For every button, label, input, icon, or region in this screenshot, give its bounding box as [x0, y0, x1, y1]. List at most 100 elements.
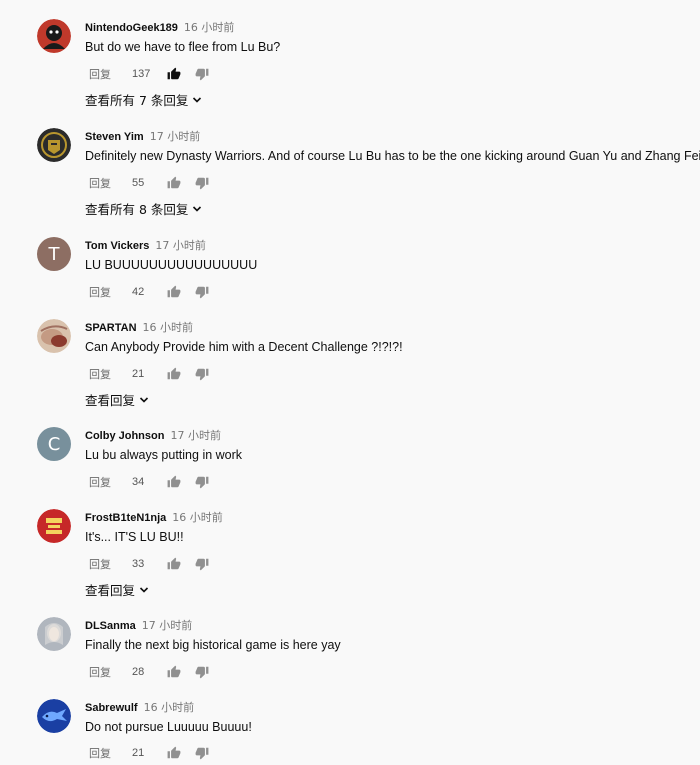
comment-text: LU BUUUUUUUUUUUUUUUU: [85, 258, 258, 272]
author-name[interactable]: NintendoGeek189: [85, 22, 178, 34]
like-count: 21: [132, 747, 145, 759]
timestamp[interactable]: 16 小时前: [184, 21, 235, 34]
chevron-down-icon: [139, 395, 149, 405]
timestamp[interactable]: 17 小时前: [142, 619, 193, 632]
thumb-up-icon[interactable]: [166, 745, 182, 761]
chevron-down-icon: [192, 204, 202, 214]
comment-actions: 回复 55: [89, 175, 210, 191]
view-replies-button[interactable]: 查看回复: [85, 390, 149, 409]
view-replies-label: 查看回复: [85, 393, 136, 408]
avatar[interactable]: [37, 128, 71, 162]
thumb-down-icon[interactable]: [194, 745, 210, 761]
reply-button[interactable]: 回复: [89, 745, 132, 761]
thumb-up-icon[interactable]: [166, 474, 182, 490]
like-count: 137: [132, 68, 151, 80]
comment-text: Definitely new Dynasty Warriors. And of …: [85, 149, 700, 163]
reply-button[interactable]: 回复: [89, 556, 132, 572]
thumb-up-icon[interactable]: [166, 664, 182, 680]
author-name[interactable]: Tom Vickers: [85, 240, 149, 252]
thumb-down-icon[interactable]: [194, 474, 210, 490]
thumb-down-icon[interactable]: [194, 175, 210, 191]
reply-button[interactable]: 回复: [89, 175, 132, 191]
comment-actions: 回复 21: [89, 366, 210, 382]
comment-header: NintendoGeek189 16 小时前: [85, 19, 234, 35]
timestamp[interactable]: 17 小时前: [155, 239, 206, 252]
thumb-up-icon[interactable]: [166, 284, 182, 300]
comment-text: Can Anybody Provide him with a Decent Ch…: [85, 340, 403, 354]
avatar-image: [37, 699, 71, 733]
author-name[interactable]: DLSanma: [85, 620, 136, 632]
author-name[interactable]: FrostB1teN1nja: [85, 512, 166, 524]
view-replies-label: 查看回复: [85, 583, 136, 598]
comment-header: Colby Johnson 17 小时前: [85, 427, 221, 443]
view-replies-button[interactable]: 查看所有 7 条回复: [85, 90, 202, 109]
comment-text: But do we have to flee from Lu Bu?: [85, 40, 281, 54]
comment-text: Do not pursue Luuuuu Buuuu!: [85, 720, 252, 734]
comment-actions: 回复 42: [89, 284, 210, 300]
comment-text: Lu bu always putting in work: [85, 448, 243, 462]
author-name[interactable]: Colby Johnson: [85, 430, 164, 442]
avatar-image: [37, 509, 71, 543]
thumb-down-icon[interactable]: [194, 366, 210, 382]
avatar-image: [37, 319, 71, 353]
like-count: 34: [132, 476, 145, 488]
timestamp[interactable]: 16 小时前: [144, 701, 195, 714]
thumb-down-icon[interactable]: [194, 284, 210, 300]
avatar[interactable]: [37, 319, 71, 353]
timestamp[interactable]: 17 小时前: [170, 429, 221, 442]
comment-header: SPARTAN 16 小时前: [85, 319, 193, 335]
reply-button[interactable]: 回复: [89, 474, 132, 490]
avatar-image: [37, 19, 71, 53]
avatar[interactable]: [37, 19, 71, 53]
view-replies-label: 查看所有 7 条回复: [85, 93, 189, 108]
thumb-up-icon[interactable]: [166, 175, 182, 191]
comment-actions: 回复 33: [89, 556, 210, 572]
comment-header: DLSanma 17 小时前: [85, 617, 192, 633]
author-name[interactable]: Sabrewulf: [85, 702, 138, 714]
like-count: 21: [132, 368, 145, 380]
avatar[interactable]: C: [37, 427, 71, 461]
author-name[interactable]: Steven Yim: [85, 131, 144, 143]
thumb-down-icon[interactable]: [194, 664, 210, 680]
avatar-image: [37, 617, 71, 651]
avatar-letter: T: [48, 243, 60, 265]
like-count: 42: [132, 286, 145, 298]
thumb-up-icon[interactable]: [166, 66, 182, 82]
comment-text: Finally the next big historical game is …: [85, 638, 341, 652]
view-replies-button[interactable]: 查看所有 8 条回复: [85, 199, 202, 218]
timestamp[interactable]: 17 小时前: [150, 130, 201, 143]
reply-button[interactable]: 回复: [89, 664, 132, 680]
comment-header: Steven Yim 17 小时前: [85, 128, 200, 144]
comment-actions: 回复 34: [89, 474, 210, 490]
chevron-down-icon: [139, 585, 149, 595]
comment-actions: 回复 137: [89, 66, 210, 82]
reply-button[interactable]: 回复: [89, 66, 132, 82]
view-replies-button[interactable]: 查看回复: [85, 580, 149, 599]
reply-button[interactable]: 回复: [89, 366, 132, 382]
timestamp[interactable]: 16 小时前: [172, 511, 223, 524]
comment-header: Tom Vickers 17 小时前: [85, 237, 206, 253]
author-name[interactable]: SPARTAN: [85, 322, 137, 334]
thumb-up-icon[interactable]: [166, 556, 182, 572]
avatar[interactable]: T: [37, 237, 71, 271]
like-count: 55: [132, 177, 145, 189]
avatar-letter: C: [47, 433, 61, 455]
thumb-up-icon[interactable]: [166, 366, 182, 382]
view-replies-label: 查看所有 8 条回复: [85, 202, 189, 217]
avatar-image: [37, 128, 71, 162]
comment-text: It's... IT'S LU BU!!: [85, 530, 184, 544]
reply-button[interactable]: 回复: [89, 284, 132, 300]
avatar[interactable]: [37, 509, 71, 543]
timestamp[interactable]: 16 小时前: [143, 321, 194, 334]
like-count: 33: [132, 558, 145, 570]
avatar[interactable]: [37, 699, 71, 733]
thumb-down-icon[interactable]: [194, 556, 210, 572]
chevron-down-icon: [192, 95, 202, 105]
avatar[interactable]: [37, 617, 71, 651]
comment-header: Sabrewulf 16 小时前: [85, 699, 194, 715]
comment-header: FrostB1teN1nja 16 小时前: [85, 509, 223, 525]
comment-actions: 回复 28: [89, 664, 210, 680]
like-count: 28: [132, 666, 145, 678]
comment-actions: 回复 21: [89, 745, 210, 761]
thumb-down-icon[interactable]: [194, 66, 210, 82]
